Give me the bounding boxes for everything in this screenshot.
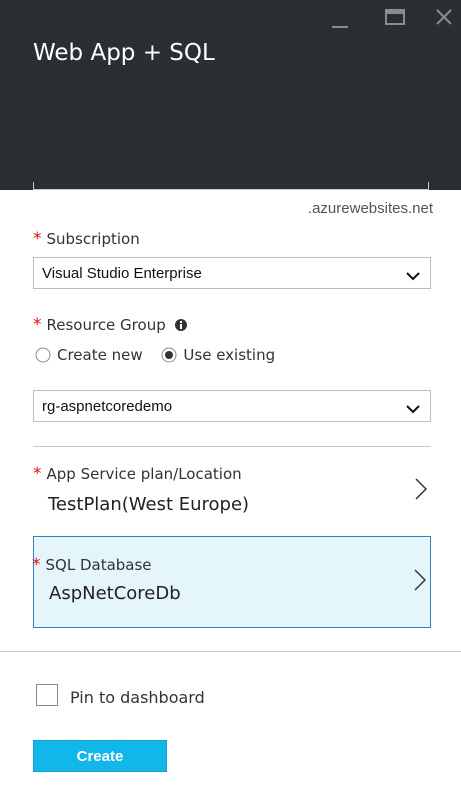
required-marker: * — [32, 555, 41, 575]
radio-use-existing[interactable]: Use existing — [161, 346, 275, 364]
pin-to-dashboard-checkbox[interactable] — [36, 684, 58, 706]
info-icon[interactable] — [174, 317, 187, 335]
blade-header: Web App + SQL — [0, 0, 461, 190]
footer-divider — [0, 651, 461, 652]
section-divider — [33, 446, 431, 447]
app-name-input[interactable] — [33, 182, 429, 190]
subscription-label: * Subscription — [33, 229, 140, 249]
sql-database-item[interactable]: * SQL Database AspNetCoreDb — [32, 536, 431, 628]
resource-group-label: * Resource Group — [33, 315, 187, 335]
close-icon[interactable] — [433, 6, 457, 30]
create-button[interactable]: Create — [33, 740, 167, 772]
radio-create-new[interactable]: Create new — [35, 346, 143, 364]
required-marker: * — [33, 315, 42, 335]
resource-group-options: Create new Use existing — [35, 346, 289, 367]
required-marker: * — [33, 229, 42, 249]
chevron-right-icon — [415, 478, 428, 505]
app-service-plan-value: TestPlan(West Europe) — [48, 494, 250, 515]
sql-database-label: * SQL Database — [32, 555, 152, 575]
sql-database-value: AspNetCoreDb — [49, 583, 181, 604]
required-marker: * — [33, 464, 42, 484]
resource-group-dropdown[interactable]: rg-aspnetcoredemo — [33, 390, 431, 422]
chevron-down-icon — [406, 268, 420, 286]
blade-title: Web App + SQL — [33, 40, 215, 66]
domain-suffix: .azurewebsites.net — [307, 200, 433, 217]
chevron-right-icon — [414, 569, 427, 596]
chevron-down-icon — [406, 401, 420, 419]
pin-to-dashboard-label: Pin to dashboard — [70, 688, 205, 707]
app-service-plan-label: * App Service plan/Location — [33, 464, 242, 484]
app-service-plan-item[interactable]: * App Service plan/Location TestPlan(West… — [33, 458, 431, 528]
maximize-icon[interactable] — [384, 6, 408, 30]
minimize-icon[interactable] — [330, 6, 354, 30]
subscription-dropdown[interactable]: Visual Studio Enterprise — [33, 257, 431, 289]
subscription-value: Visual Studio Enterprise — [42, 265, 202, 282]
resource-group-value: rg-aspnetcoredemo — [42, 398, 173, 415]
